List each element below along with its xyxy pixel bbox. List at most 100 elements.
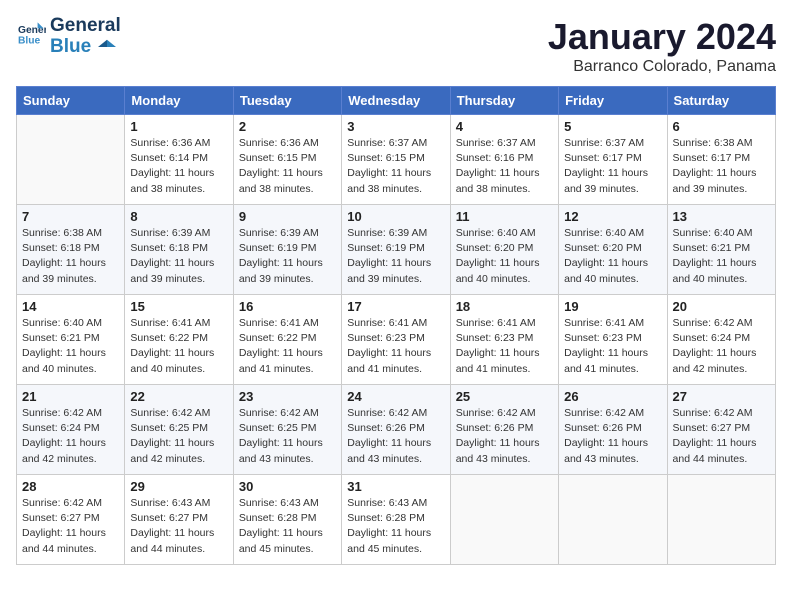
week-row-3: 14 Sunrise: 6:40 AMSunset: 6:21 PMDayligh… xyxy=(17,295,776,385)
day-info: Sunrise: 6:37 AMSunset: 6:17 PMDaylight:… xyxy=(564,136,661,197)
day-info: Sunrise: 6:39 AMSunset: 6:19 PMDaylight:… xyxy=(239,226,336,287)
day-number: 27 xyxy=(673,389,770,404)
header-friday: Friday xyxy=(559,87,667,115)
day-number: 22 xyxy=(130,389,227,404)
day-cell: 4 Sunrise: 6:37 AMSunset: 6:16 PMDaylight… xyxy=(450,115,558,205)
day-cell: 17Sunrise: 6:41 AMSunset: 6:23 PMDayligh… xyxy=(342,295,450,385)
day-info: Sunrise: 6:39 AMSunset: 6:18 PMDaylight:… xyxy=(130,226,227,287)
day-cell: 5 Sunrise: 6:37 AMSunset: 6:17 PMDaylight… xyxy=(559,115,667,205)
day-info: Sunrise: 6:43 AMSunset: 6:28 PMDaylight:… xyxy=(239,496,336,557)
week-row-5: 28 Sunrise: 6:42 AMSunset: 6:27 PMDayligh… xyxy=(17,475,776,565)
header-tuesday: Tuesday xyxy=(233,87,341,115)
day-info: Sunrise: 6:42 AMSunset: 6:26 PMDaylight:… xyxy=(564,406,661,467)
day-number: 2 xyxy=(239,119,336,134)
day-cell xyxy=(559,475,667,565)
logo-bird-icon xyxy=(98,38,116,56)
day-info: Sunrise: 6:42 AMSunset: 6:25 PMDaylight:… xyxy=(130,406,227,467)
calendar-body: 1Sunrise: 6:36 AMSunset: 6:14 PMDaylight… xyxy=(17,115,776,565)
day-number: 26 xyxy=(564,389,661,404)
day-info: Sunrise: 6:36 AMSunset: 6:15 PMDaylight:… xyxy=(239,136,336,197)
day-cell xyxy=(450,475,558,565)
day-number: 5 xyxy=(564,119,661,134)
day-number: 23 xyxy=(239,389,336,404)
day-number: 17 xyxy=(347,299,444,314)
day-cell: 19Sunrise: 6:41 AMSunset: 6:23 PMDayligh… xyxy=(559,295,667,385)
day-cell: 18Sunrise: 6:41 AMSunset: 6:23 PMDayligh… xyxy=(450,295,558,385)
day-cell: 3Sunrise: 6:37 AMSunset: 6:15 PMDaylight… xyxy=(342,115,450,205)
day-cell: 29 Sunrise: 6:43 AMSunset: 6:27 PMDayligh… xyxy=(125,475,233,565)
day-cell: 8 Sunrise: 6:39 AMSunset: 6:18 PMDaylight… xyxy=(125,205,233,295)
day-cell: 14 Sunrise: 6:40 AMSunset: 6:21 PMDayligh… xyxy=(17,295,125,385)
day-number: 21 xyxy=(22,389,119,404)
day-info: Sunrise: 6:40 AMSunset: 6:21 PMDaylight:… xyxy=(673,226,770,287)
day-info: Sunrise: 6:37 AMSunset: 6:16 PMDaylight:… xyxy=(456,136,553,197)
day-cell: 26 Sunrise: 6:42 AMSunset: 6:26 PMDayligh… xyxy=(559,385,667,475)
day-info: Sunrise: 6:40 AMSunset: 6:20 PMDaylight:… xyxy=(564,226,661,287)
svg-text:Blue: Blue xyxy=(18,36,41,47)
header-thursday: Thursday xyxy=(450,87,558,115)
title-block: January 2024 Barranco Colorado, Panama xyxy=(548,16,776,76)
day-cell: 24Sunrise: 6:42 AMSunset: 6:26 PMDayligh… xyxy=(342,385,450,475)
day-cell: 16 Sunrise: 6:41 AMSunset: 6:22 PMDayligh… xyxy=(233,295,341,385)
day-cell xyxy=(17,115,125,205)
day-number: 29 xyxy=(130,479,227,494)
day-number: 10 xyxy=(347,209,444,224)
day-info: Sunrise: 6:40 AMSunset: 6:21 PMDaylight:… xyxy=(22,316,119,377)
day-number: 1 xyxy=(130,119,227,134)
day-cell: 15 Sunrise: 6:41 AMSunset: 6:22 PMDayligh… xyxy=(125,295,233,385)
day-cell: 2 Sunrise: 6:36 AMSunset: 6:15 PMDaylight… xyxy=(233,115,341,205)
day-info: Sunrise: 6:42 AMSunset: 6:27 PMDaylight:… xyxy=(22,496,119,557)
day-info: Sunrise: 6:43 AMSunset: 6:27 PMDaylight:… xyxy=(130,496,227,557)
day-cell: 13Sunrise: 6:40 AMSunset: 6:21 PMDayligh… xyxy=(667,205,775,295)
day-info: Sunrise: 6:42 AMSunset: 6:26 PMDaylight:… xyxy=(347,406,444,467)
week-row-4: 21 Sunrise: 6:42 AMSunset: 6:24 PMDayligh… xyxy=(17,385,776,475)
calendar-subtitle: Barranco Colorado, Panama xyxy=(548,58,776,76)
day-info: Sunrise: 6:38 AMSunset: 6:17 PMDaylight:… xyxy=(673,136,770,197)
day-number: 25 xyxy=(456,389,553,404)
calendar-header-row: SundayMondayTuesdayWednesdayThursdayFrid… xyxy=(17,87,776,115)
header-sunday: Sunday xyxy=(17,87,125,115)
day-cell: 22 Sunrise: 6:42 AMSunset: 6:25 PMDayligh… xyxy=(125,385,233,475)
day-number: 28 xyxy=(22,479,119,494)
day-info: Sunrise: 6:42 AMSunset: 6:24 PMDaylight:… xyxy=(22,406,119,467)
day-number: 12 xyxy=(564,209,661,224)
day-number: 31 xyxy=(347,479,444,494)
week-row-1: 1Sunrise: 6:36 AMSunset: 6:14 PMDaylight… xyxy=(17,115,776,205)
day-number: 8 xyxy=(130,209,227,224)
day-info: Sunrise: 6:41 AMSunset: 6:23 PMDaylight:… xyxy=(456,316,553,377)
day-cell: 12 Sunrise: 6:40 AMSunset: 6:20 PMDayligh… xyxy=(559,205,667,295)
day-info: Sunrise: 6:42 AMSunset: 6:25 PMDaylight:… xyxy=(239,406,336,467)
header-wednesday: Wednesday xyxy=(342,87,450,115)
day-cell: 21 Sunrise: 6:42 AMSunset: 6:24 PMDayligh… xyxy=(17,385,125,475)
day-cell xyxy=(667,475,775,565)
day-cell: 6 Sunrise: 6:38 AMSunset: 6:17 PMDaylight… xyxy=(667,115,775,205)
day-number: 16 xyxy=(239,299,336,314)
calendar-title: January 2024 xyxy=(548,16,776,58)
day-cell: 27 Sunrise: 6:42 AMSunset: 6:27 PMDayligh… xyxy=(667,385,775,475)
day-number: 14 xyxy=(22,299,119,314)
day-cell: 25 Sunrise: 6:42 AMSunset: 6:26 PMDayligh… xyxy=(450,385,558,475)
week-row-2: 7Sunrise: 6:38 AMSunset: 6:18 PMDaylight… xyxy=(17,205,776,295)
header-monday: Monday xyxy=(125,87,233,115)
day-cell: 31 Sunrise: 6:43 AMSunset: 6:28 PMDayligh… xyxy=(342,475,450,565)
day-number: 15 xyxy=(130,299,227,314)
logo-text: General Blue xyxy=(50,16,121,58)
day-info: Sunrise: 6:43 AMSunset: 6:28 PMDaylight:… xyxy=(347,496,444,557)
day-info: Sunrise: 6:41 AMSunset: 6:22 PMDaylight:… xyxy=(239,316,336,377)
day-info: Sunrise: 6:40 AMSunset: 6:20 PMDaylight:… xyxy=(456,226,553,287)
day-number: 9 xyxy=(239,209,336,224)
day-cell: 10Sunrise: 6:39 AMSunset: 6:19 PMDayligh… xyxy=(342,205,450,295)
day-info: Sunrise: 6:41 AMSunset: 6:23 PMDaylight:… xyxy=(564,316,661,377)
day-cell: 23 Sunrise: 6:42 AMSunset: 6:25 PMDayligh… xyxy=(233,385,341,475)
day-info: Sunrise: 6:42 AMSunset: 6:26 PMDaylight:… xyxy=(456,406,553,467)
calendar-table: SundayMondayTuesdayWednesdayThursdayFrid… xyxy=(16,86,776,565)
day-number: 4 xyxy=(456,119,553,134)
logo-icon: General Blue xyxy=(18,20,46,48)
day-number: 6 xyxy=(673,119,770,134)
day-number: 30 xyxy=(239,479,336,494)
day-info: Sunrise: 6:42 AMSunset: 6:27 PMDaylight:… xyxy=(673,406,770,467)
day-cell: 1Sunrise: 6:36 AMSunset: 6:14 PMDaylight… xyxy=(125,115,233,205)
day-info: Sunrise: 6:42 AMSunset: 6:24 PMDaylight:… xyxy=(673,316,770,377)
day-info: Sunrise: 6:37 AMSunset: 6:15 PMDaylight:… xyxy=(347,136,444,197)
day-info: Sunrise: 6:41 AMSunset: 6:22 PMDaylight:… xyxy=(130,316,227,377)
